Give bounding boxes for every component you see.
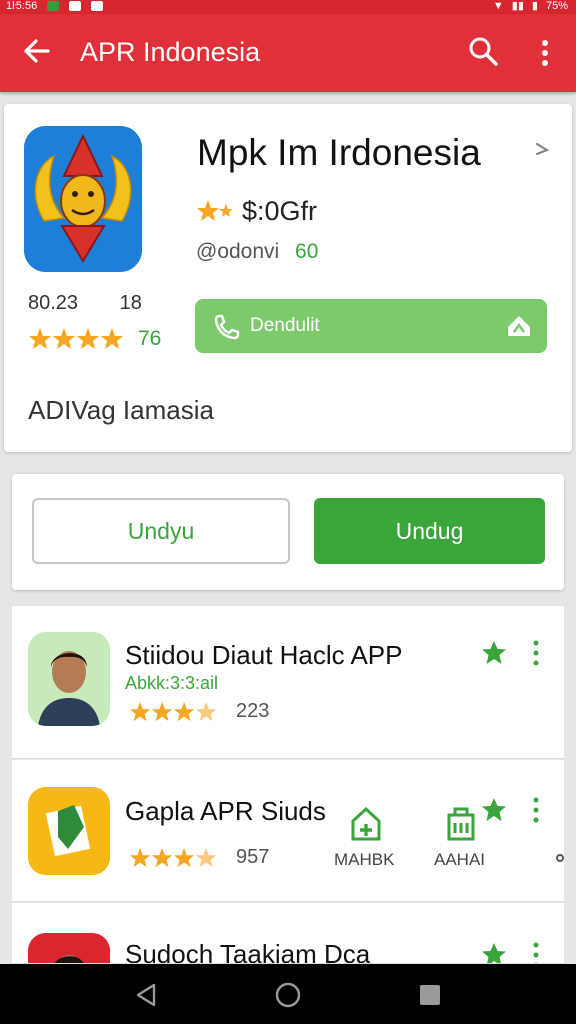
app-bar: APR Indonesia xyxy=(0,14,576,92)
list-item-rating-count: 223 xyxy=(236,700,270,722)
list-item-rating: 957 xyxy=(125,846,269,869)
battery-icon: ▮ xyxy=(531,0,538,12)
search-icon[interactable] xyxy=(466,34,500,68)
status-bar: 1ŀ5:56 ▼ ▮▮ ▮ 75% xyxy=(0,0,576,14)
back-nav-icon[interactable] xyxy=(132,981,160,1009)
list-item-title: Gapla APR Siuds xyxy=(125,796,326,826)
share-icon[interactable] xyxy=(505,312,533,340)
action-label-2: AAHAI xyxy=(434,850,486,869)
rating-count: 76 xyxy=(138,327,162,350)
shield-icon xyxy=(91,1,104,11)
app-price: $:0Gfr xyxy=(242,196,318,226)
list-item[interactable]: Sudoch Taakiam Dca xyxy=(12,903,564,964)
star-rating-icon xyxy=(130,701,217,721)
star-favorite-icon[interactable] xyxy=(480,639,508,667)
home-add-icon[interactable] xyxy=(350,805,382,841)
more-vert-icon[interactable] xyxy=(530,639,542,667)
list-item-rating-count: 957 xyxy=(236,846,270,868)
star-rating-icon xyxy=(29,328,123,349)
battery-percent: 75% xyxy=(545,0,568,12)
notification-icon xyxy=(47,1,60,11)
more-vert-icon[interactable] xyxy=(530,941,542,964)
app-logo xyxy=(28,787,110,875)
primary-download-button[interactable]: Undug xyxy=(314,498,545,564)
developer-row: @odonvi 60 xyxy=(196,240,318,264)
avatar xyxy=(28,933,110,963)
phone-icon xyxy=(214,314,240,340)
secondary-download-button[interactable]: Undyu xyxy=(32,498,290,564)
list-item-title: Sudoch Taakiam Dca xyxy=(125,939,371,964)
rating-stars: 76 xyxy=(28,327,161,351)
star-rating-icon xyxy=(130,847,217,867)
page-title: APR Indonesia xyxy=(80,37,261,67)
list-item[interactable]: Gapla APR Siuds 957 MAHBK AAHAI xyxy=(12,760,564,902)
app-subtitle: ADIVag Iamasia xyxy=(28,395,214,425)
signal-icon: ▮▮ xyxy=(511,0,524,12)
list-item-title: Stiidou Diaut Haclc APP xyxy=(125,640,403,670)
back-arrow-icon[interactable] xyxy=(20,34,54,68)
app-stats: 80.23 18 xyxy=(28,292,178,315)
developer-name[interactable]: @odonvi xyxy=(196,240,279,263)
status-time: 1ŀ5:56 xyxy=(6,0,38,12)
avatar xyxy=(28,632,110,726)
developer-count: 60 xyxy=(295,240,319,263)
stat-b: 18 xyxy=(119,292,142,314)
stat-a: 80.23 xyxy=(28,292,79,314)
notification-icon xyxy=(69,1,82,11)
home-nav-icon[interactable] xyxy=(274,981,302,1009)
star-favorite-icon[interactable] xyxy=(480,796,508,824)
system-nav-bar xyxy=(0,964,576,1024)
list-item-subtitle: Abkk:3:3:ail xyxy=(125,673,219,693)
recents-nav-icon[interactable] xyxy=(416,981,444,1009)
star-favorite-icon[interactable] xyxy=(480,941,508,964)
more-vert-icon[interactable] xyxy=(530,36,560,70)
action-label-1: MAHBK xyxy=(334,850,395,869)
star-rating-icon xyxy=(197,199,233,221)
download-bar-label: Dendulit xyxy=(250,315,320,336)
app-name: Mpk Im Irdonesia xyxy=(197,132,481,173)
list-item-rating: 223 xyxy=(125,700,269,723)
store-icon[interactable] xyxy=(445,805,477,841)
chevron-right-icon[interactable] xyxy=(532,140,552,160)
settings-icon[interactable] xyxy=(554,852,566,864)
app-logo xyxy=(24,126,142,272)
more-vert-icon[interactable] xyxy=(530,796,542,824)
list-item[interactable]: Stiidou Diaut Haclc APP Abkk:3:3:ail 223 xyxy=(12,606,564,759)
price-row: $:0Gfr xyxy=(196,196,317,227)
wifi-icon: ▼ xyxy=(492,0,504,12)
download-bar-button[interactable]: Dendulit xyxy=(195,299,547,353)
